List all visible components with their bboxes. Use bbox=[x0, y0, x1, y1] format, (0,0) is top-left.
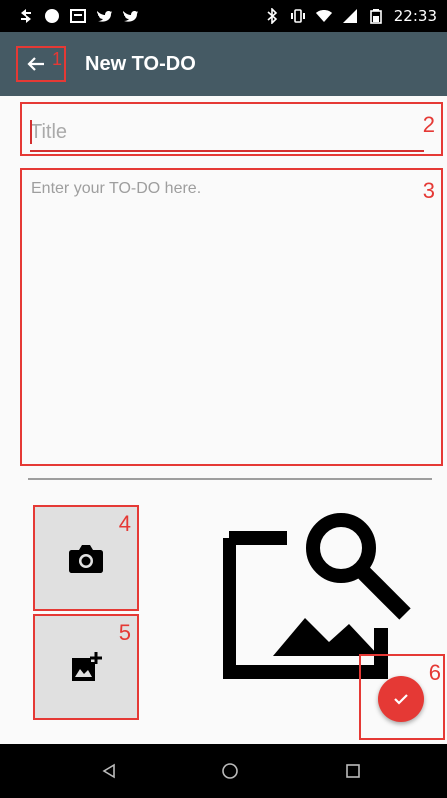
recents-square-icon bbox=[346, 764, 360, 778]
nav-recents-button[interactable] bbox=[338, 756, 368, 786]
nav-back-button[interactable] bbox=[94, 756, 124, 786]
back-triangle-icon bbox=[102, 763, 115, 779]
add-image-button[interactable]: 5 bbox=[33, 614, 139, 720]
todo-body-container: 3 bbox=[20, 168, 443, 466]
annotation-label-3: 3 bbox=[422, 178, 435, 203]
annotation-label-6: 6 bbox=[428, 660, 441, 685]
app-bar: 1 New TO-DO bbox=[0, 32, 447, 96]
title-input[interactable] bbox=[30, 118, 424, 152]
status-bar-system: 22:33 bbox=[264, 0, 437, 32]
system-nav-bar bbox=[0, 744, 447, 798]
status-bar: 22:33 bbox=[0, 0, 447, 32]
page-title: New TO-DO bbox=[85, 53, 196, 75]
annotation-label-2: 2 bbox=[422, 112, 435, 137]
notification-arrows-icon bbox=[21, 9, 31, 23]
status-bar-notifications bbox=[18, 0, 138, 32]
todo-body-input[interactable] bbox=[29, 178, 413, 452]
status-time: 22:33 bbox=[393, 7, 437, 25]
notification-box-icon bbox=[70, 9, 86, 23]
text-cursor bbox=[30, 120, 32, 144]
annotation-label-4: 4 bbox=[118, 511, 131, 536]
divider bbox=[28, 478, 432, 480]
home-circle-icon bbox=[222, 763, 238, 779]
bluetooth-icon bbox=[267, 8, 277, 24]
signal-icon bbox=[342, 9, 357, 23]
wifi-icon bbox=[315, 10, 332, 22]
nav-home-button[interactable] bbox=[215, 756, 245, 786]
battery-icon bbox=[369, 9, 382, 24]
save-fab-button[interactable] bbox=[378, 676, 424, 722]
check-icon bbox=[394, 694, 408, 705]
camera-icon bbox=[69, 545, 103, 573]
notification-dot-icon bbox=[45, 9, 59, 23]
arrow-left-icon bbox=[27, 57, 44, 71]
twitter-icon bbox=[97, 11, 112, 22]
add-photo-icon bbox=[72, 652, 102, 681]
annotation-label-1: 1 bbox=[52, 49, 63, 69]
twitter-icon bbox=[123, 11, 138, 22]
fab-container: 6 bbox=[359, 654, 445, 740]
title-field-container: 2 bbox=[20, 102, 443, 156]
annotation-label-5: 5 bbox=[118, 620, 131, 645]
vibrate-icon bbox=[290, 9, 305, 23]
take-photo-button[interactable]: 4 bbox=[33, 505, 139, 611]
